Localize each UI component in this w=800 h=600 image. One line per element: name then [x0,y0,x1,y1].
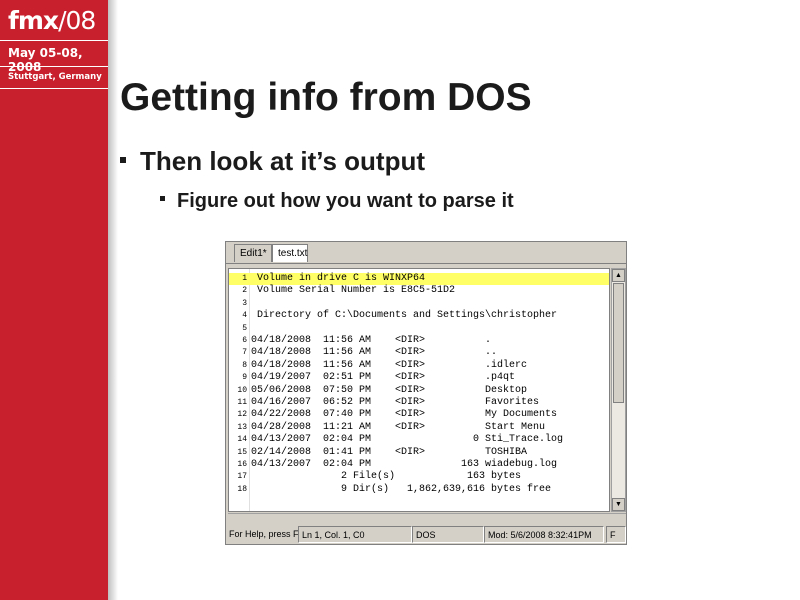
tab-bar: Edit1* test.txt [226,242,626,264]
line-number: 5 [242,323,247,333]
line-text: 04/18/2008 11:56 AM <DIR> .. [251,347,498,359]
line-text: 2 File(s) 163 bytes [251,471,522,483]
editor-window: Edit1* test.txt 1 Volume in drive C is W… [225,241,627,545]
line-text: 04/16/2007 06:52 PM <DIR> Favorites [251,397,540,408]
brand-sidebar: fmx/08 May 05-08, 2008 Stuttgart, German… [0,0,108,600]
bullet-level2: Figure out how you want to parse it [160,190,514,213]
editor-line: 7 04/18/2008 11:56 AM <DIR> .. [229,347,609,359]
line-number: 14 [237,435,247,445]
line-number: 18 [237,484,247,494]
status-format: DOS [412,526,484,543]
editor-line: 10 05/06/2008 07:50 PM <DIR> Desktop [229,384,609,397]
bullet-square-icon [160,196,165,202]
line-text: Directory of C:\Documents and Settings\c… [251,310,558,322]
line-number: 2 [242,286,247,296]
tab-test-txt[interactable]: test.txt [272,244,308,262]
editor-line: 17 2 File(s) 163 bytes [229,471,609,483]
scroll-down-icon[interactable]: ▼ [612,498,625,511]
line-text: Volume Serial Number is E8C5-51D2 [251,285,456,297]
line-number: 9 [242,373,247,383]
line-number: 3 [242,298,247,308]
status-help: For Help, press F1 [229,529,298,539]
editor-line: 5 [229,323,609,335]
line-number: 10 [237,385,247,395]
vertical-scrollbar[interactable]: ▲ ▼ [611,268,626,512]
sidebar-shadow [108,0,118,600]
divider [0,88,108,89]
line-number: 13 [237,422,247,432]
line-text: 04/28/2008 11:21 AM <DIR> Start Menu [251,421,546,433]
line-number: 1 [242,274,247,283]
editor-line: 15 02/14/2008 01:41 PM <DIR> TOSHIBA [229,446,609,459]
scroll-thumb[interactable] [613,283,624,403]
line-number: 17 [237,472,247,482]
editor-line: 12 04/22/2008 07:40 PM <DIR> My Documents [229,409,609,421]
tab-edit1[interactable]: Edit1* [234,244,272,262]
line-text: 04/19/2007 02:51 PM <DIR> .p4qt [251,372,516,384]
line-text: Volume in drive C is WINXP64 [251,273,426,284]
horizontal-scrollbar[interactable] [228,513,626,522]
line-text: 02/14/2008 01:41 PM <DIR> TOSHIBA [251,446,528,458]
editor-line: 1 Volume in drive C is WINXP64 [229,273,609,286]
editor-line: 13 04/28/2008 11:21 AM <DIR> Start Menu [229,421,609,434]
editor-line: 14 04/13/2007 02:04 PM 0 Sti_Trace.log [229,434,609,446]
event-location: Stuttgart, Germany [8,72,102,82]
line-number: 4 [242,311,247,321]
editor-line: 11 04/16/2007 06:52 PM <DIR> Favorites [229,397,609,409]
bullet-text: Figure out how you want to parse it [177,190,514,212]
bullet-text: Then look at it’s output [140,146,426,176]
status-bar: For Help, press F1 Ln 1, Col. 1, C0 DOS … [226,525,626,544]
divider [0,40,108,41]
line-text: 04/18/2008 11:56 AM <DIR> .idlerc [251,359,528,371]
bullet-level1: Then look at it’s output [120,146,425,177]
bullet-square-icon [120,157,126,164]
editor-line: 2 Volume Serial Number is E8C5-51D2 [229,285,609,297]
line-number: 12 [237,410,247,420]
editor-line: 18 9 Dir(s) 1,862,639,616 bytes free [229,483,609,496]
editor-line: 4 Directory of C:\Documents and Settings… [229,310,609,322]
status-modified: Mod: 5/6/2008 8:32:41PM [484,526,604,543]
editor-line: 9 04/19/2007 02:51 PM <DIR> .p4qt [229,372,609,384]
status-extra: F [606,526,626,543]
line-text: 04/18/2008 11:56 AM <DIR> . [251,335,492,346]
event-date: May 05-08, 2008 [8,46,83,74]
line-number: 7 [242,348,247,358]
line-number: 6 [242,336,247,345]
editor-line: 8 04/18/2008 11:56 AM <DIR> .idlerc [229,359,609,372]
status-position: Ln 1, Col. 1, C0 [298,526,412,543]
line-number: 11 [237,398,247,407]
line-text: 05/06/2008 07:50 PM <DIR> Desktop [251,384,528,396]
scroll-up-icon[interactable]: ▲ [612,269,625,282]
divider [0,66,108,67]
line-number: 8 [242,360,247,370]
slide-title: Getting info from DOS [120,76,532,119]
line-number: 15 [237,447,247,457]
editor-line: 16 04/13/2007 02:04 PM 163 wiadebug.log [229,459,609,471]
line-text: 04/13/2007 02:04 PM 0 Sti_Trace.log [251,434,564,446]
line-text: 9 Dir(s) 1,862,639,616 bytes free [251,483,552,495]
fmx-logo: fmx/08 [8,6,96,35]
editor-line: 3 [229,298,609,310]
editor-line: 6 04/18/2008 11:56 AM <DIR> . [229,335,609,347]
text-editor[interactable]: 1 Volume in drive C is WINXP64 2 Volume S… [228,268,610,512]
line-text: 04/13/2007 02:04 PM 163 wiadebug.log [251,459,558,470]
line-text: 04/22/2008 07:40 PM <DIR> My Documents [251,409,558,421]
line-number: 16 [237,460,247,469]
